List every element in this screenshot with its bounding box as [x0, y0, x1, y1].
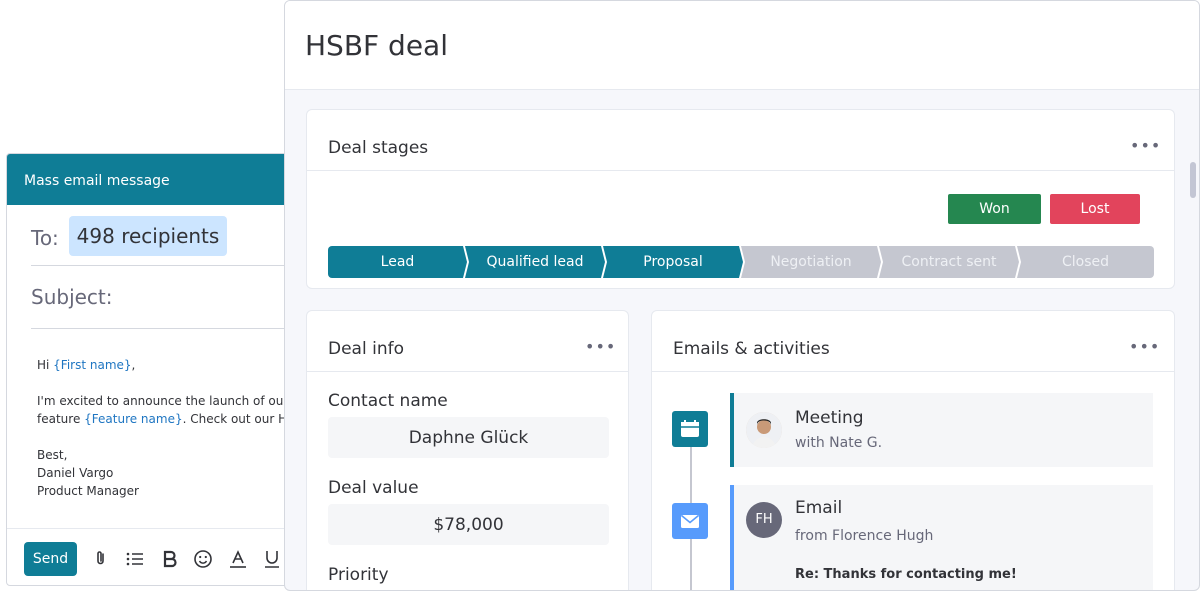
deal-stages-title: Deal stages — [328, 138, 429, 158]
page-title: HSBF deal — [305, 29, 448, 62]
stage-qualified-lead[interactable]: Qualified lead — [465, 246, 605, 278]
mass-email-window: Mass email message To: 498 recipients Su… — [6, 153, 306, 586]
send-button[interactable]: Send — [24, 542, 77, 576]
deal-info-header: Deal info ••• — [307, 311, 628, 372]
to-label: To: — [31, 226, 59, 250]
activity-email[interactable]: FH Email from Florence Hugh Re: Thanks f… — [730, 485, 1153, 590]
activity-subtitle: from Florence Hugh — [795, 528, 934, 544]
emails-activities-header: Emails & activities ••• — [652, 311, 1174, 372]
activity-title: Meeting — [795, 408, 864, 428]
email-subject: Re: Thanks for contacting me! — [795, 567, 1017, 582]
more-options-icon[interactable]: ••• — [1130, 136, 1161, 155]
calendar-icon — [672, 411, 708, 447]
underline-icon[interactable] — [262, 549, 282, 569]
deal-info-title: Deal info — [328, 339, 404, 359]
greeting-text: Hi — [37, 358, 54, 372]
scrollbar[interactable] — [1190, 162, 1196, 198]
bold-icon[interactable] — [160, 549, 180, 569]
emails-activities-title: Emails & activities — [673, 339, 830, 359]
body-line-1: I'm excited to announce the launch of ou… — [37, 394, 306, 408]
contact-name-field[interactable]: Daphne Glück — [328, 417, 609, 458]
deal-info-card: Deal info ••• Contact name Daphne Glück … — [306, 310, 629, 590]
stage-contract-sent[interactable]: Contract sent — [879, 246, 1019, 278]
lost-button[interactable]: Lost — [1050, 194, 1140, 224]
avatar — [746, 412, 782, 448]
paperclip-icon[interactable] — [91, 549, 111, 569]
more-options-icon[interactable]: ••• — [585, 337, 616, 356]
sign-best: Best, — [37, 448, 68, 462]
sign-role: Product Manager — [37, 484, 139, 498]
more-options-icon[interactable]: ••• — [1129, 337, 1160, 356]
feature-name-variable: {Feature name} — [84, 412, 183, 426]
deal-stages-header: Deal stages ••• — [307, 110, 1174, 171]
body-line-2-start: feature — [37, 412, 85, 426]
activity-subtitle: with Nate G. — [795, 435, 883, 451]
won-button[interactable]: Won — [948, 194, 1041, 224]
contact-name-label: Contact name — [328, 391, 448, 411]
greeting-end: , — [131, 358, 136, 372]
mail-icon — [672, 503, 708, 539]
to-row: To: 498 recipients — [31, 216, 305, 266]
stage-lead[interactable]: Lead — [328, 246, 467, 278]
email-toolbar: Send — [7, 528, 305, 585]
subject-label: Subject: — [31, 285, 113, 309]
deal-value-label: Deal value — [328, 478, 419, 498]
deal-panel: HSBF deal Deal stages ••• Won Lost Lead … — [284, 0, 1200, 591]
deal-title-bar: HSBF deal — [285, 1, 1199, 90]
priority-label: Priority — [328, 565, 389, 585]
greeting-line: Hi {First name}, — [37, 356, 305, 374]
deal-value-field[interactable]: $78,000 — [328, 504, 609, 545]
stage-proposal[interactable]: Proposal — [603, 246, 743, 278]
body-line-2: feature {Feature name}. Check out our He… — [37, 410, 305, 428]
subject-field[interactable]: Subject: — [31, 267, 305, 329]
avatar: FH — [746, 502, 782, 538]
text-color-icon[interactable] — [228, 549, 248, 569]
recipients-chip[interactable]: 498 recipients — [69, 216, 227, 256]
first-name-variable: {First name} — [53, 358, 132, 372]
deal-stages-card: Deal stages ••• Won Lost Lead Qualified … — [306, 109, 1175, 289]
sign-name: Daniel Vargo — [37, 466, 114, 480]
list-icon[interactable] — [125, 549, 145, 569]
email-header-title: Mass email message — [7, 154, 305, 205]
activity-title: Email — [795, 498, 843, 518]
stage-closed[interactable]: Closed — [1017, 246, 1154, 278]
activity-meeting[interactable]: Meeting with Nate G. — [730, 393, 1153, 467]
stage-negotiation[interactable]: Negotiation — [741, 246, 881, 278]
emails-activities-card: Emails & activities ••• Meeting with Nat… — [651, 310, 1175, 590]
email-body[interactable]: Hi {First name}, I'm excited to announce… — [37, 356, 306, 500]
emoji-icon[interactable] — [193, 549, 213, 569]
